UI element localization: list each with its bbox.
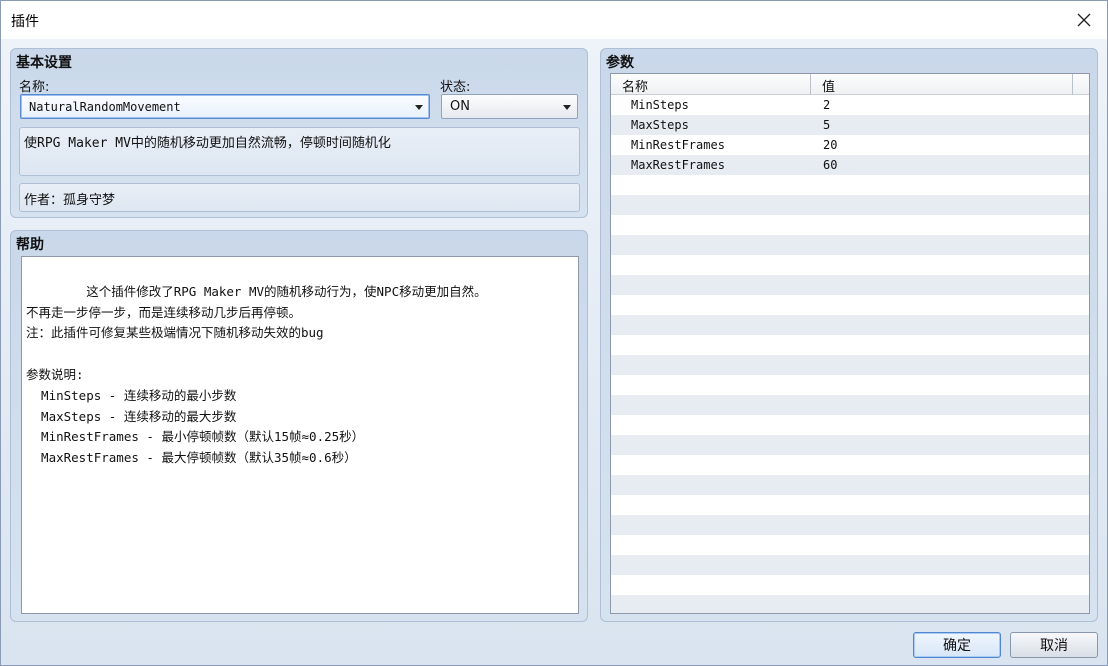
param-value: 60 bbox=[823, 158, 838, 172]
empty-row bbox=[611, 395, 1089, 415]
basic-settings-title: 基本设置 bbox=[16, 55, 72, 71]
empty-row bbox=[611, 375, 1089, 395]
cancel-button[interactable]: 取消 bbox=[1010, 632, 1098, 658]
empty-row bbox=[611, 215, 1089, 235]
table-header: 名称 值 bbox=[611, 74, 1089, 95]
dialog-body: 基本设置 名称: NaturalRandomMovement 状态: ON 使R… bbox=[1, 39, 1107, 665]
plugin-name-select[interactable]: NaturalRandomMovement bbox=[20, 94, 430, 119]
close-icon[interactable] bbox=[1061, 1, 1107, 39]
table-body: MinSteps 2 MaxSteps 5 MinRestFrames 20 M… bbox=[611, 95, 1089, 613]
param-value: 5 bbox=[823, 118, 831, 132]
chevron-down-icon bbox=[415, 105, 423, 110]
empty-row bbox=[611, 335, 1089, 355]
empty-row bbox=[611, 435, 1089, 455]
param-name: MinRestFrames bbox=[631, 138, 725, 152]
table-row[interactable]: MaxRestFrames 60 bbox=[611, 155, 1089, 175]
param-name: MaxRestFrames bbox=[631, 158, 725, 172]
empty-row bbox=[611, 315, 1089, 335]
empty-row bbox=[611, 275, 1089, 295]
table-row[interactable]: MinSteps 2 bbox=[611, 95, 1089, 115]
help-text-area[interactable]: 这个插件修改了RPG Maker MV的随机移动行为，使NPC移动更加自然。 不… bbox=[21, 256, 579, 614]
status-value: ON bbox=[450, 99, 470, 114]
empty-row bbox=[611, 235, 1089, 255]
author-text: 作者：孤身守梦 bbox=[24, 193, 116, 208]
window-title: 插件 bbox=[11, 14, 39, 30]
empty-row bbox=[611, 295, 1089, 315]
basic-settings-panel: 基本设置 名称: NaturalRandomMovement 状态: ON 使R… bbox=[10, 48, 588, 218]
empty-row bbox=[611, 255, 1089, 275]
param-name: MinSteps bbox=[631, 98, 689, 112]
help-title: 帮助 bbox=[16, 237, 44, 253]
empty-row bbox=[611, 455, 1089, 475]
empty-row bbox=[611, 415, 1089, 435]
param-name: MaxSteps bbox=[631, 118, 689, 132]
plugin-dialog: 插件 基本设置 名称: NaturalRandomMovement 状态: ON… bbox=[0, 0, 1108, 666]
status-label: 状态: bbox=[440, 80, 471, 95]
help-text: 这个插件修改了RPG Maker MV的随机移动行为，使NPC移动更加自然。 不… bbox=[26, 283, 487, 466]
title-bar: 插件 bbox=[1, 1, 1107, 39]
plugin-name-value: NaturalRandomMovement bbox=[29, 99, 181, 114]
empty-row bbox=[611, 355, 1089, 375]
empty-row bbox=[611, 175, 1089, 195]
table-row[interactable]: MaxSteps 5 bbox=[611, 115, 1089, 135]
empty-row bbox=[611, 535, 1089, 555]
ok-button[interactable]: 确定 bbox=[913, 632, 1001, 658]
description-field[interactable]: 使RPG Maker MV中的随机移动更加自然流畅，停顿时间随机化 bbox=[19, 127, 580, 176]
empty-row bbox=[611, 515, 1089, 535]
parameters-title: 参数 bbox=[606, 55, 634, 71]
help-panel: 帮助 这个插件修改了RPG Maker MV的随机移动行为，使NPC移动更加自然… bbox=[10, 230, 588, 622]
column-header-value[interactable]: 值 bbox=[811, 74, 1073, 95]
author-field[interactable]: 作者：孤身守梦 bbox=[19, 183, 580, 212]
empty-row bbox=[611, 575, 1089, 595]
empty-row bbox=[611, 195, 1089, 215]
empty-row bbox=[611, 495, 1089, 515]
parameters-table[interactable]: 名称 值 MinSteps 2 MaxSteps 5 MinRestFrames… bbox=[610, 73, 1090, 614]
empty-row bbox=[611, 595, 1089, 613]
param-value: 20 bbox=[823, 138, 838, 152]
param-value: 2 bbox=[823, 98, 831, 112]
empty-row bbox=[611, 475, 1089, 495]
column-header-name[interactable]: 名称 bbox=[611, 74, 811, 95]
empty-row bbox=[611, 555, 1089, 575]
description-text: 使RPG Maker MV中的随机移动更加自然流畅，停顿时间随机化 bbox=[24, 136, 391, 151]
status-select[interactable]: ON bbox=[441, 94, 578, 119]
table-row[interactable]: MinRestFrames 20 bbox=[611, 135, 1089, 155]
chevron-down-icon bbox=[563, 105, 571, 110]
parameters-panel: 参数 名称 值 MinSteps 2 MaxSteps 5 MinRestFra… bbox=[600, 48, 1098, 622]
name-label: 名称: bbox=[19, 80, 50, 95]
